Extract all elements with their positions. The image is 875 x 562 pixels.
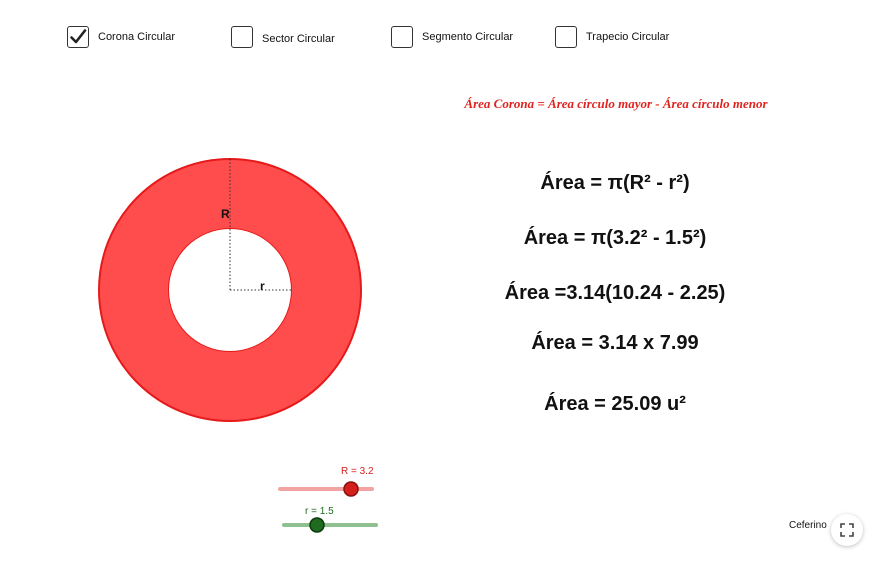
applet-canvas: Corona Circular Sector Circular Segmento… [0,0,875,562]
annulus-figure: R r [97,158,378,533]
outer-radius-label: R [221,207,230,221]
slider-r-handle[interactable] [309,517,325,533]
slider-R-handle[interactable] [343,481,359,497]
slider-R-label: R = 3.2 [341,466,374,477]
fullscreen-icon [840,523,854,537]
author-label: Ceferino [789,520,827,531]
fullscreen-button[interactable] [831,514,863,546]
slider-r-label: r = 1.5 [305,506,334,517]
inner-radius-label: r [260,279,265,293]
